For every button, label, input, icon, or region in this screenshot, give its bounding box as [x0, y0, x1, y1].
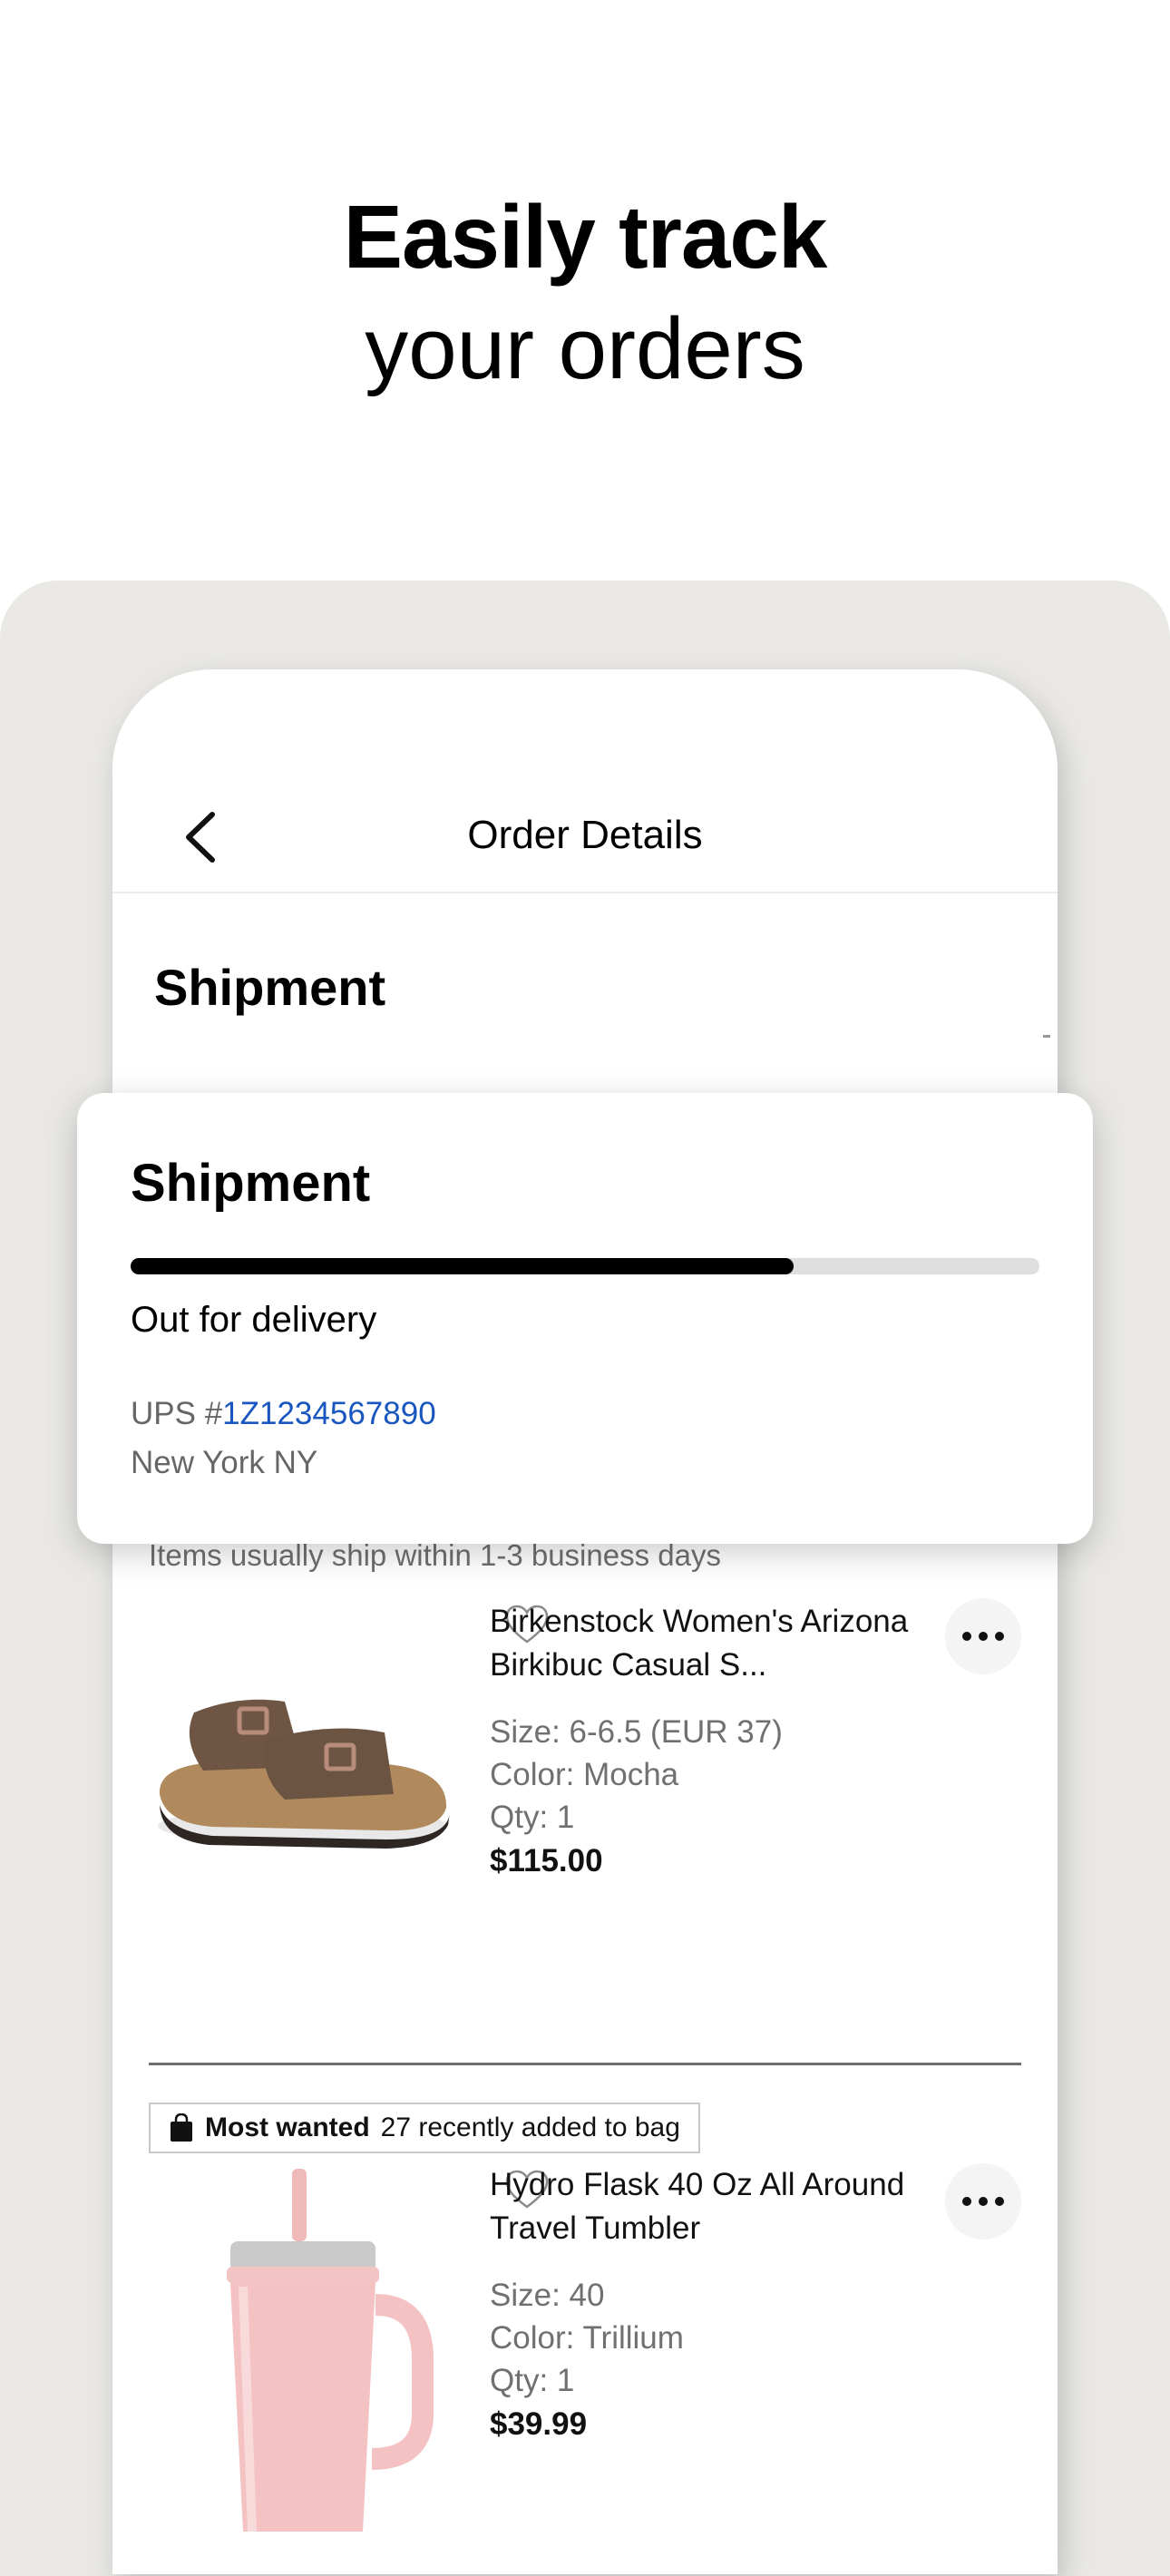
shipment-status: Out for delivery [131, 1300, 377, 1340]
item-name[interactable]: Birkenstock Women's Arizona Birkibuc Cas… [490, 1600, 943, 1687]
item-size: Size: 6-6.5 (EUR 37) [490, 1714, 783, 1750]
headline-regular: your orders [365, 300, 805, 397]
tracking-info: UPS #1Z1234567890 [131, 1396, 436, 1432]
list-item[interactable]: Hydro Flask 40 Oz All Around Travel Tumb… [149, 2163, 1021, 2532]
more-icon [962, 2197, 1004, 2206]
badge-text: 27 recently added to bag [380, 2113, 680, 2142]
item-price: $39.99 [490, 2406, 588, 2442]
item-qty: Qty: 1 [490, 2363, 575, 2398]
item-name[interactable]: Hydro Flask 40 Oz All Around Travel Tumb… [490, 2163, 943, 2250]
scroll-indicator [1043, 1035, 1050, 1038]
shipment-progress-fill [131, 1258, 795, 1274]
nav-divider [112, 892, 1058, 893]
item-size: Size: 40 [490, 2278, 605, 2313]
shipment-location: New York NY [131, 1445, 318, 1480]
phone-screen: Order Details Shipment Items usually shi… [112, 669, 1058, 2574]
headline-bold: Easily track [343, 187, 828, 287]
page-title: Order Details [467, 813, 703, 857]
shipment-card: Shipment Out for delivery UPS #1Z1234567… [77, 1093, 1093, 1544]
more-options-button[interactable] [945, 1598, 1021, 1674]
shipment-progress-bar [131, 1258, 1039, 1274]
divider [149, 2063, 1021, 2065]
item-color: Color: Mocha [490, 1757, 679, 1792]
list-item[interactable]: Birkenstock Women's Arizona Birkibuc Cas… [149, 1598, 1021, 1878]
more-icon [962, 1632, 1004, 1641]
more-options-button[interactable] [945, 2163, 1021, 2239]
item-price: $115.00 [490, 1843, 603, 1878]
sandal-image[interactable] [149, 1658, 457, 1849]
section-title: Shipment [154, 959, 386, 1016]
tumbler-image[interactable] [185, 2169, 439, 2532]
item-color: Color: Trillium [490, 2320, 684, 2356]
most-wanted-badge: Most wanted 27 recently added to bag [149, 2103, 700, 2153]
item-qty: Qty: 1 [490, 1800, 575, 1835]
carrier-prefix: UPS # [131, 1396, 223, 1431]
tracking-number-link[interactable]: 1Z1234567890 [222, 1396, 436, 1431]
badge-label: Most wanted [205, 2113, 370, 2142]
shipment-card-title: Shipment [131, 1154, 371, 1213]
shopping-bag-icon [171, 2113, 192, 2142]
